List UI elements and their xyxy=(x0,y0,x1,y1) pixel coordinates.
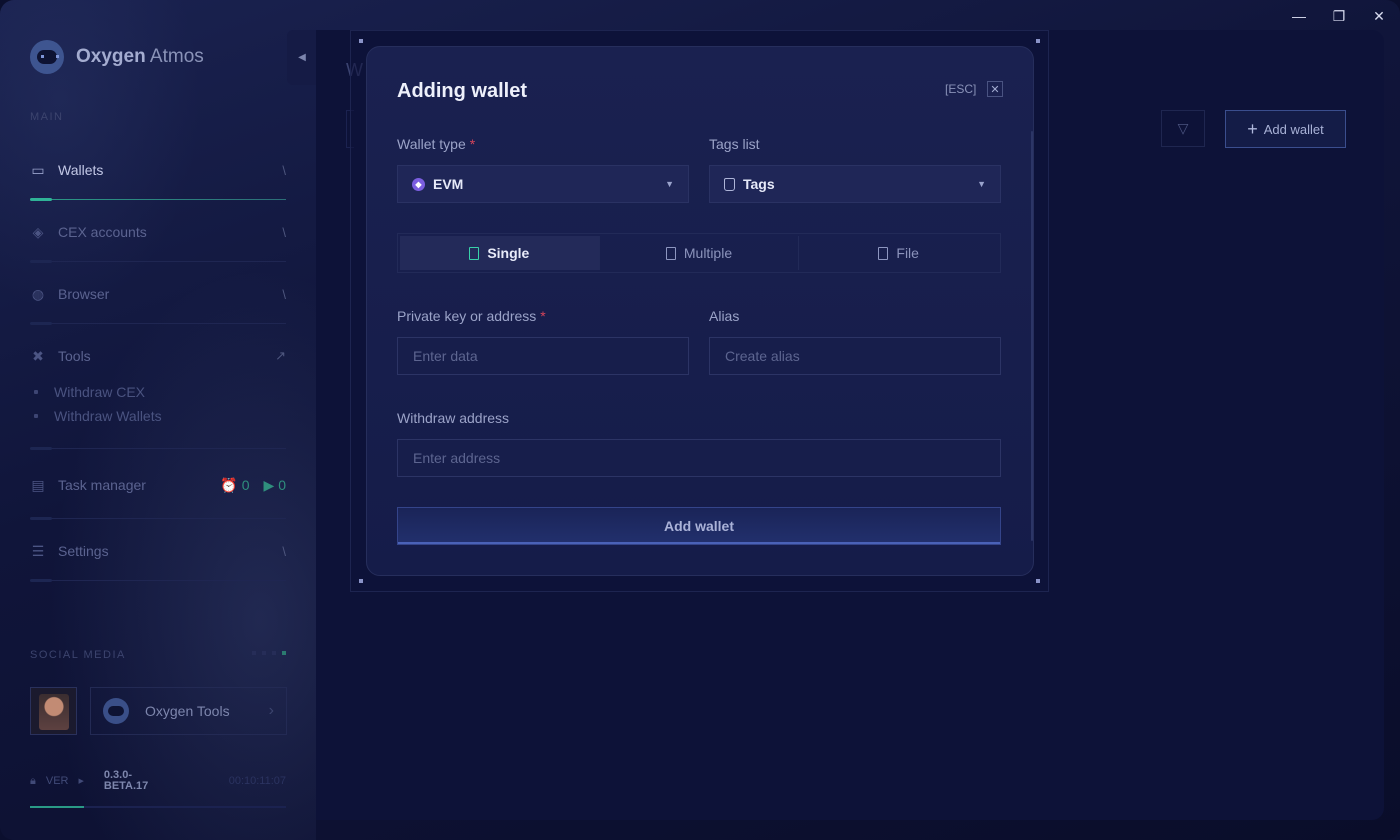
ethereum-icon: ◆ xyxy=(412,177,425,191)
withdraw-address-input[interactable] xyxy=(397,439,1001,477)
alias-input[interactable] xyxy=(709,337,1001,375)
sidebar-subitem-withdraw-wallets[interactable]: Withdraw Wallets xyxy=(30,408,162,424)
sidebar-collapse-button[interactable]: ◀ xyxy=(287,30,317,85)
chevron-left-icon: ◀ xyxy=(298,52,306,63)
layers-icon: ◈ xyxy=(32,223,44,240)
copy-icon xyxy=(665,246,676,260)
section-main-label: MAIN xyxy=(30,111,64,123)
section-social-label: SOCIAL MEDIA xyxy=(30,649,126,661)
tab-file[interactable]: File xyxy=(799,236,998,270)
lock-icon: 🔒︎ xyxy=(30,774,36,787)
arrow-icon: \ xyxy=(282,543,286,559)
alias-label: Alias xyxy=(709,308,740,324)
tab-multiple[interactable]: Multiple xyxy=(600,236,800,270)
add-wallet-button[interactable]: + Add wallet xyxy=(1225,110,1346,148)
tags-list-label: Tags list xyxy=(709,136,760,152)
sidebar-item-label: Wallets xyxy=(58,162,104,178)
scheduled-counter: ⏰ 0 xyxy=(220,476,250,493)
private-key-label: Private key or address * xyxy=(397,308,546,324)
play-small-icon: ▶ xyxy=(78,778,84,785)
social-pager xyxy=(246,651,286,655)
oxygen-logo-icon xyxy=(30,40,64,74)
task-icon: ▤ xyxy=(31,476,45,493)
chevron-down-icon: ▼ xyxy=(977,179,986,189)
external-arrow-icon: ↗ xyxy=(275,348,286,363)
tag-icon xyxy=(724,177,735,191)
avatar[interactable] xyxy=(30,687,77,735)
sidebar-item-label: CEX accounts xyxy=(58,224,147,240)
oxygen-logo-icon xyxy=(103,698,129,724)
adding-wallet-modal: Adding wallet [ESC] ✕ Wallet type * ◆ EVM… xyxy=(366,46,1034,576)
social-card-oxygen-tools[interactable]: Oxygen Tools › xyxy=(90,687,287,735)
chevron-down-icon: ▼ xyxy=(665,179,674,189)
tools-icon: ✖ xyxy=(32,347,44,364)
modal-scrollbar[interactable] xyxy=(1031,131,1033,541)
app-window: — ❐ ✕ Oxygen Atmos MAIN ▭ Wallets \ ◈ CE… xyxy=(0,0,1400,840)
social-card-name: Oxygen Tools xyxy=(145,703,230,719)
version-bar: 🔒︎ VER ▶ 0.3.0-BETA.17 00:10:11:07 xyxy=(30,770,286,792)
modal-title: Adding wallet xyxy=(397,80,527,102)
sidebar-item-settings[interactable]: ☰ Settings \ xyxy=(30,536,286,582)
version-label: VER xyxy=(45,775,69,787)
arrow-icon: \ xyxy=(282,224,286,240)
sidebar-item-label: Browser xyxy=(58,286,110,302)
task-counters: ⏰ 0 ▶ 0 xyxy=(220,477,286,494)
version-number: 0.3.0-BETA.17 xyxy=(103,769,149,792)
input-mode-tabs: Single Multiple File xyxy=(397,233,1001,273)
app-logo: Oxygen Atmos xyxy=(30,40,204,74)
minimize-icon[interactable]: — xyxy=(1288,6,1310,26)
restore-icon[interactable]: ❐ xyxy=(1328,6,1350,26)
running-counter: ▶ 0 xyxy=(263,476,286,493)
sidebar: Oxygen Atmos MAIN ▭ Wallets \ ◈ CEX acco… xyxy=(0,0,316,840)
arrow-icon: \ xyxy=(282,286,286,302)
sidebar-item-browser[interactable]: ◍ Browser \ xyxy=(30,279,286,325)
app-title: Oxygen Atmos xyxy=(76,46,204,67)
wallet-type-select[interactable]: ◆ EVM ▼ xyxy=(397,165,689,203)
chevron-right-icon: › xyxy=(268,702,274,719)
close-icon[interactable]: ✕ xyxy=(987,81,1003,97)
sidebar-item-cex-accounts[interactable]: ◈ CEX accounts \ xyxy=(30,217,286,263)
alarm-icon: ⏰ xyxy=(220,476,238,493)
private-key-input[interactable] xyxy=(397,337,689,375)
filter-icon: ▽ xyxy=(1177,120,1189,136)
sidebar-item-label: Settings xyxy=(58,543,109,559)
arrow-icon: \ xyxy=(282,162,286,178)
submit-add-wallet-button[interactable]: Add wallet xyxy=(397,507,1001,545)
sidebar-subitem-withdraw-cex[interactable]: Withdraw CEX xyxy=(30,384,145,400)
plus-icon: + xyxy=(1247,118,1258,139)
file-icon xyxy=(469,246,480,260)
wallet-icon: ▭ xyxy=(31,161,45,178)
esc-hint: [ESC] xyxy=(945,82,977,96)
document-icon xyxy=(878,246,889,260)
sidebar-item-label: Tools xyxy=(58,348,91,364)
wallet-type-label: Wallet type * xyxy=(397,136,476,152)
tags-select[interactable]: Tags ▼ xyxy=(709,165,1001,203)
globe-icon: ◍ xyxy=(31,285,45,302)
sliders-icon: ☰ xyxy=(31,542,45,559)
sidebar-item-task-manager[interactable]: ▤ Task manager ⏰ 0 ▶ 0 xyxy=(30,470,286,520)
active-indicator xyxy=(30,198,286,201)
filter-button[interactable]: ▽ xyxy=(1161,110,1205,147)
version-progress xyxy=(30,806,286,808)
play-icon: ▶ xyxy=(263,476,275,493)
sidebar-item-wallets[interactable]: ▭ Wallets \ xyxy=(30,155,286,201)
tab-single[interactable]: Single xyxy=(400,236,600,270)
window-controls: — ❐ ✕ xyxy=(1288,6,1390,26)
sidebar-item-label: Task manager xyxy=(58,477,146,493)
withdraw-address-label: Withdraw address xyxy=(397,410,510,426)
close-window-icon[interactable]: ✕ xyxy=(1368,6,1390,26)
uptime: 00:10:11:07 xyxy=(228,775,286,787)
